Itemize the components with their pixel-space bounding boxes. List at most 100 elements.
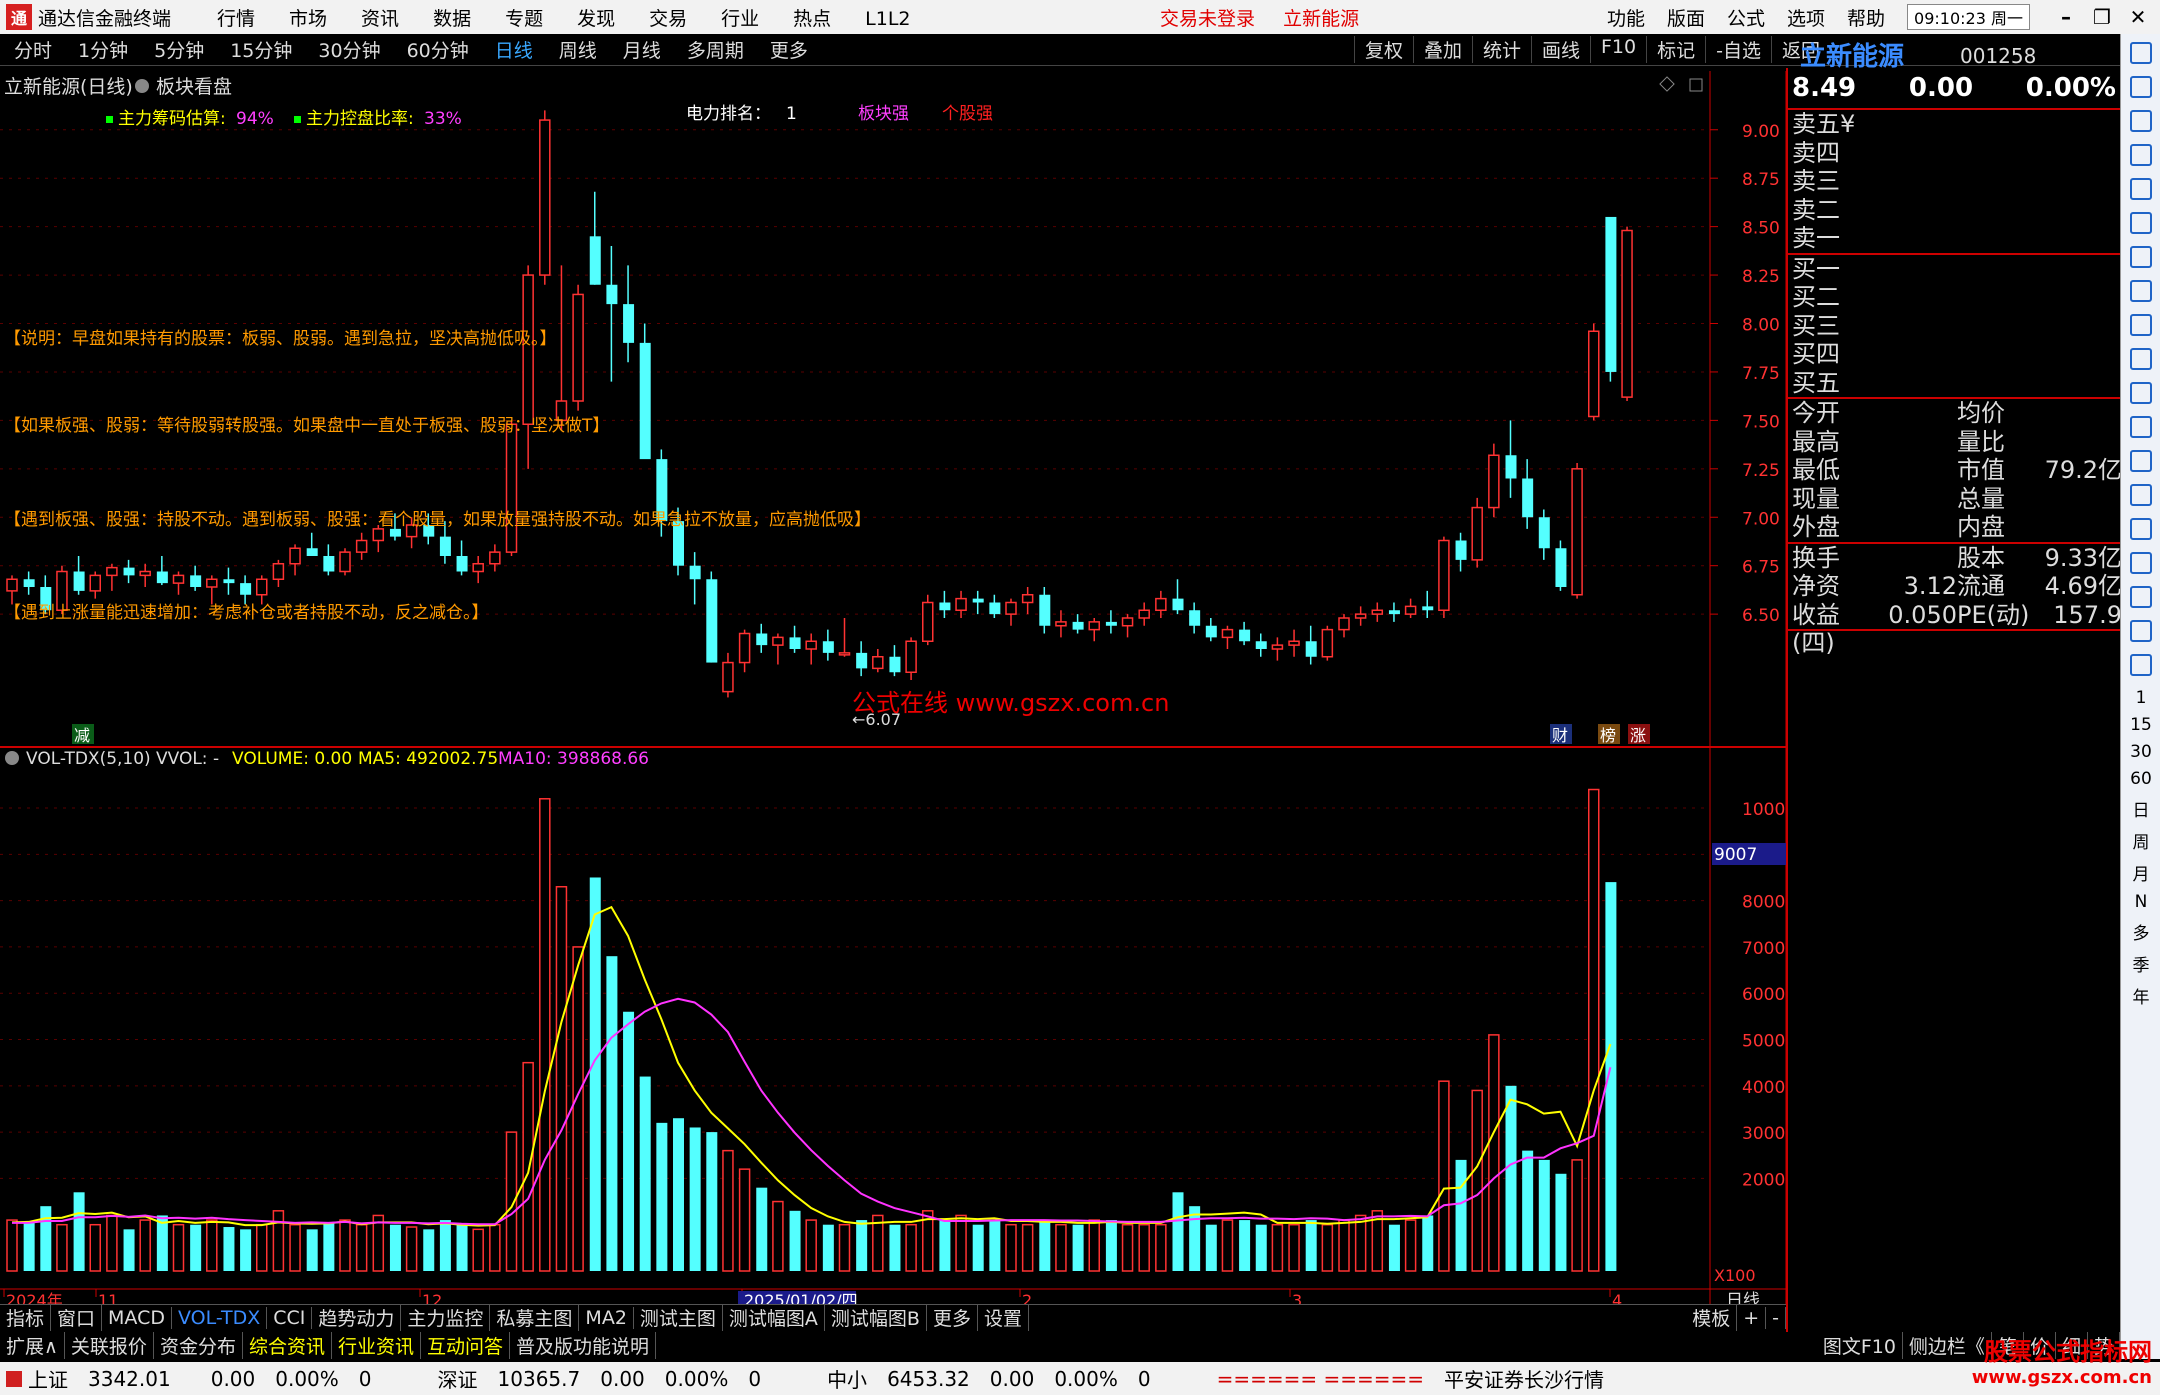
- panel-dropdown-icon[interactable]: [135, 79, 149, 93]
- up-arrow-icon[interactable]: [2130, 76, 2152, 98]
- side-period-7[interactable]: N: [2121, 892, 2160, 912]
- table-icon[interactable]: [2130, 314, 2152, 336]
- indicator-tab-7[interactable]: 私募主图: [490, 1304, 580, 1331]
- indicator-tab-5[interactable]: 趋势动力: [312, 1304, 402, 1331]
- period-10[interactable]: 更多: [770, 36, 808, 63]
- fund-icon[interactable]: [2130, 416, 2152, 438]
- vol-dropdown-icon[interactable]: [5, 751, 19, 765]
- indicator-tab-2[interactable]: MACD: [102, 1306, 172, 1329]
- menu-item-9[interactable]: L1L2: [865, 8, 910, 30]
- indicator-tab-3[interactable]: VOL-TDX: [172, 1306, 268, 1329]
- menu-item-3[interactable]: 数据: [433, 8, 471, 30]
- tabs1-right-0[interactable]: 模板: [1686, 1304, 1738, 1331]
- tabs1-right-1[interactable]: +: [1737, 1306, 1767, 1329]
- indicator-tab-0[interactable]: 指标: [0, 1304, 52, 1331]
- indicator-tab-1[interactable]: 窗口: [51, 1304, 103, 1331]
- info-tab-2[interactable]: 资金分布: [154, 1331, 243, 1359]
- tabs1-right-2[interactable]: -: [1766, 1306, 1786, 1329]
- news-icon[interactable]: [2130, 246, 2152, 268]
- side-period-8[interactable]: 多: [2121, 919, 2160, 944]
- line-chart-icon[interactable]: [2130, 178, 2152, 200]
- period-9[interactable]: 多周期: [687, 36, 744, 63]
- info-tab-1[interactable]: 关联报价: [65, 1331, 154, 1359]
- toolbar-btn-4[interactable]: F10: [1590, 36, 1646, 63]
- quote-list-icon[interactable]: [2130, 110, 2152, 132]
- indicator-tab-12[interactable]: 更多: [927, 1304, 978, 1331]
- menu-item-4[interactable]: 专题: [505, 8, 543, 30]
- menu-item-1[interactable]: 市场: [289, 8, 327, 30]
- login-status[interactable]: 交易未登录: [1160, 8, 1255, 30]
- minimize-button[interactable]: –: [2052, 5, 2080, 29]
- indicator-tab-11[interactable]: 测试幅图B: [825, 1304, 927, 1331]
- side-period-1[interactable]: 15: [2121, 715, 2160, 735]
- pen-icon[interactable]: [2130, 586, 2152, 608]
- right-menu-item-0[interactable]: 功能: [1607, 4, 1645, 31]
- info-tab-3[interactable]: 综合资讯: [243, 1331, 332, 1359]
- collapse-icon[interactable]: [2130, 42, 2152, 64]
- toolbar-btn-5[interactable]: 标记: [1646, 36, 1705, 63]
- dollar-icon[interactable]: [2130, 518, 2152, 540]
- side-period-2[interactable]: 30: [2121, 742, 2160, 762]
- zhang-marker[interactable]: 涨: [1630, 726, 1646, 745]
- f5-icon[interactable]: [2130, 620, 2152, 642]
- right-menu-item-2[interactable]: 公式: [1727, 4, 1765, 31]
- info-tab-4[interactable]: 行业资讯: [332, 1331, 421, 1359]
- vol-indicator-name[interactable]: VOL-TDX(5,10): [26, 749, 151, 769]
- kline-chart[interactable]: 9.00 8.75 8.50 8.25 8.00 7.75 7.50 7.25 7.00 6.75…: [0, 66, 1786, 1314]
- right-menu-item-4[interactable]: 帮助: [1847, 4, 1885, 31]
- period-3[interactable]: 15分钟: [230, 36, 292, 63]
- doc-icon[interactable]: [2130, 348, 2152, 370]
- restore-button[interactable]: ❐: [2088, 5, 2116, 29]
- close-button[interactable]: ✕: [2124, 5, 2152, 29]
- zx-name[interactable]: 中小: [827, 1364, 867, 1393]
- toolbar-btn-0[interactable]: 复权: [1353, 36, 1413, 63]
- info-tab-5[interactable]: 互动问答: [421, 1331, 510, 1359]
- f10-icon[interactable]: [2130, 280, 2152, 302]
- period-6[interactable]: 日线: [495, 36, 533, 63]
- side-period-4[interactable]: 日: [2121, 796, 2160, 821]
- toolbar-btn-2[interactable]: 统计: [1471, 36, 1531, 63]
- toolbar-btn-3[interactable]: 画线: [1530, 36, 1590, 63]
- tabs2-right-0[interactable]: 图文F10: [1817, 1331, 1903, 1359]
- panel-label[interactable]: 板块看盘: [156, 76, 232, 98]
- period-1[interactable]: 1分钟: [78, 36, 128, 63]
- sh-name[interactable]: 上证: [28, 1364, 68, 1393]
- rsi-icon[interactable]: [2130, 484, 2152, 506]
- menu-item-7[interactable]: 行业: [721, 8, 759, 30]
- menu-item-8[interactable]: 热点: [793, 8, 831, 30]
- indicator-tab-9[interactable]: 测试主图: [634, 1304, 723, 1331]
- side-period-0[interactable]: 1: [2121, 688, 2160, 708]
- period-7[interactable]: 周线: [559, 36, 597, 63]
- menu-item-0[interactable]: 行情: [217, 8, 255, 30]
- toolbar-btn-1[interactable]: 叠加: [1412, 36, 1472, 63]
- right-menu-item-1[interactable]: 版面: [1667, 4, 1705, 31]
- move-icon[interactable]: [2130, 552, 2152, 574]
- right-menu-item-3[interactable]: 选项: [1787, 4, 1825, 31]
- menu-item-5[interactable]: 发现: [577, 8, 615, 30]
- f12-icon[interactable]: [2130, 382, 2152, 404]
- indicator-tab-8[interactable]: MA2: [579, 1306, 634, 1329]
- side-period-5[interactable]: 周: [2121, 828, 2160, 853]
- toolbar-btn-6[interactable]: -自选: [1705, 36, 1771, 63]
- period-8[interactable]: 月线: [623, 36, 661, 63]
- indicator-tab-6[interactable]: 主力监控: [401, 1304, 491, 1331]
- side-period-3[interactable]: 60: [2121, 769, 2160, 789]
- menu-item-2[interactable]: 资讯: [361, 8, 399, 30]
- bang-marker[interactable]: 榜: [1600, 726, 1616, 745]
- diamond-icon[interactable]: [1659, 76, 1675, 92]
- side-period-10[interactable]: 年: [2121, 983, 2160, 1008]
- indicator-tab-13[interactable]: 设置: [978, 1304, 1029, 1331]
- refresh-icon[interactable]: [2130, 654, 2152, 676]
- side-period-6[interactable]: 月: [2121, 860, 2160, 885]
- kline-icon[interactable]: [2130, 212, 2152, 234]
- side-period-9[interactable]: 季: [2121, 951, 2160, 976]
- panel-toggle-icon[interactable]: [1689, 78, 1703, 92]
- info-tab-0[interactable]: 扩展∧: [0, 1331, 65, 1359]
- cai-marker[interactable]: 财: [1552, 726, 1568, 745]
- period-0[interactable]: 分时: [14, 36, 52, 63]
- target-icon[interactable]: [2130, 450, 2152, 472]
- period-4[interactable]: 30分钟: [318, 36, 380, 63]
- info-tab-6[interactable]: 普及版功能说明: [510, 1331, 657, 1359]
- menu-item-6[interactable]: 交易: [649, 8, 687, 30]
- grid-icon[interactable]: [2130, 144, 2152, 166]
